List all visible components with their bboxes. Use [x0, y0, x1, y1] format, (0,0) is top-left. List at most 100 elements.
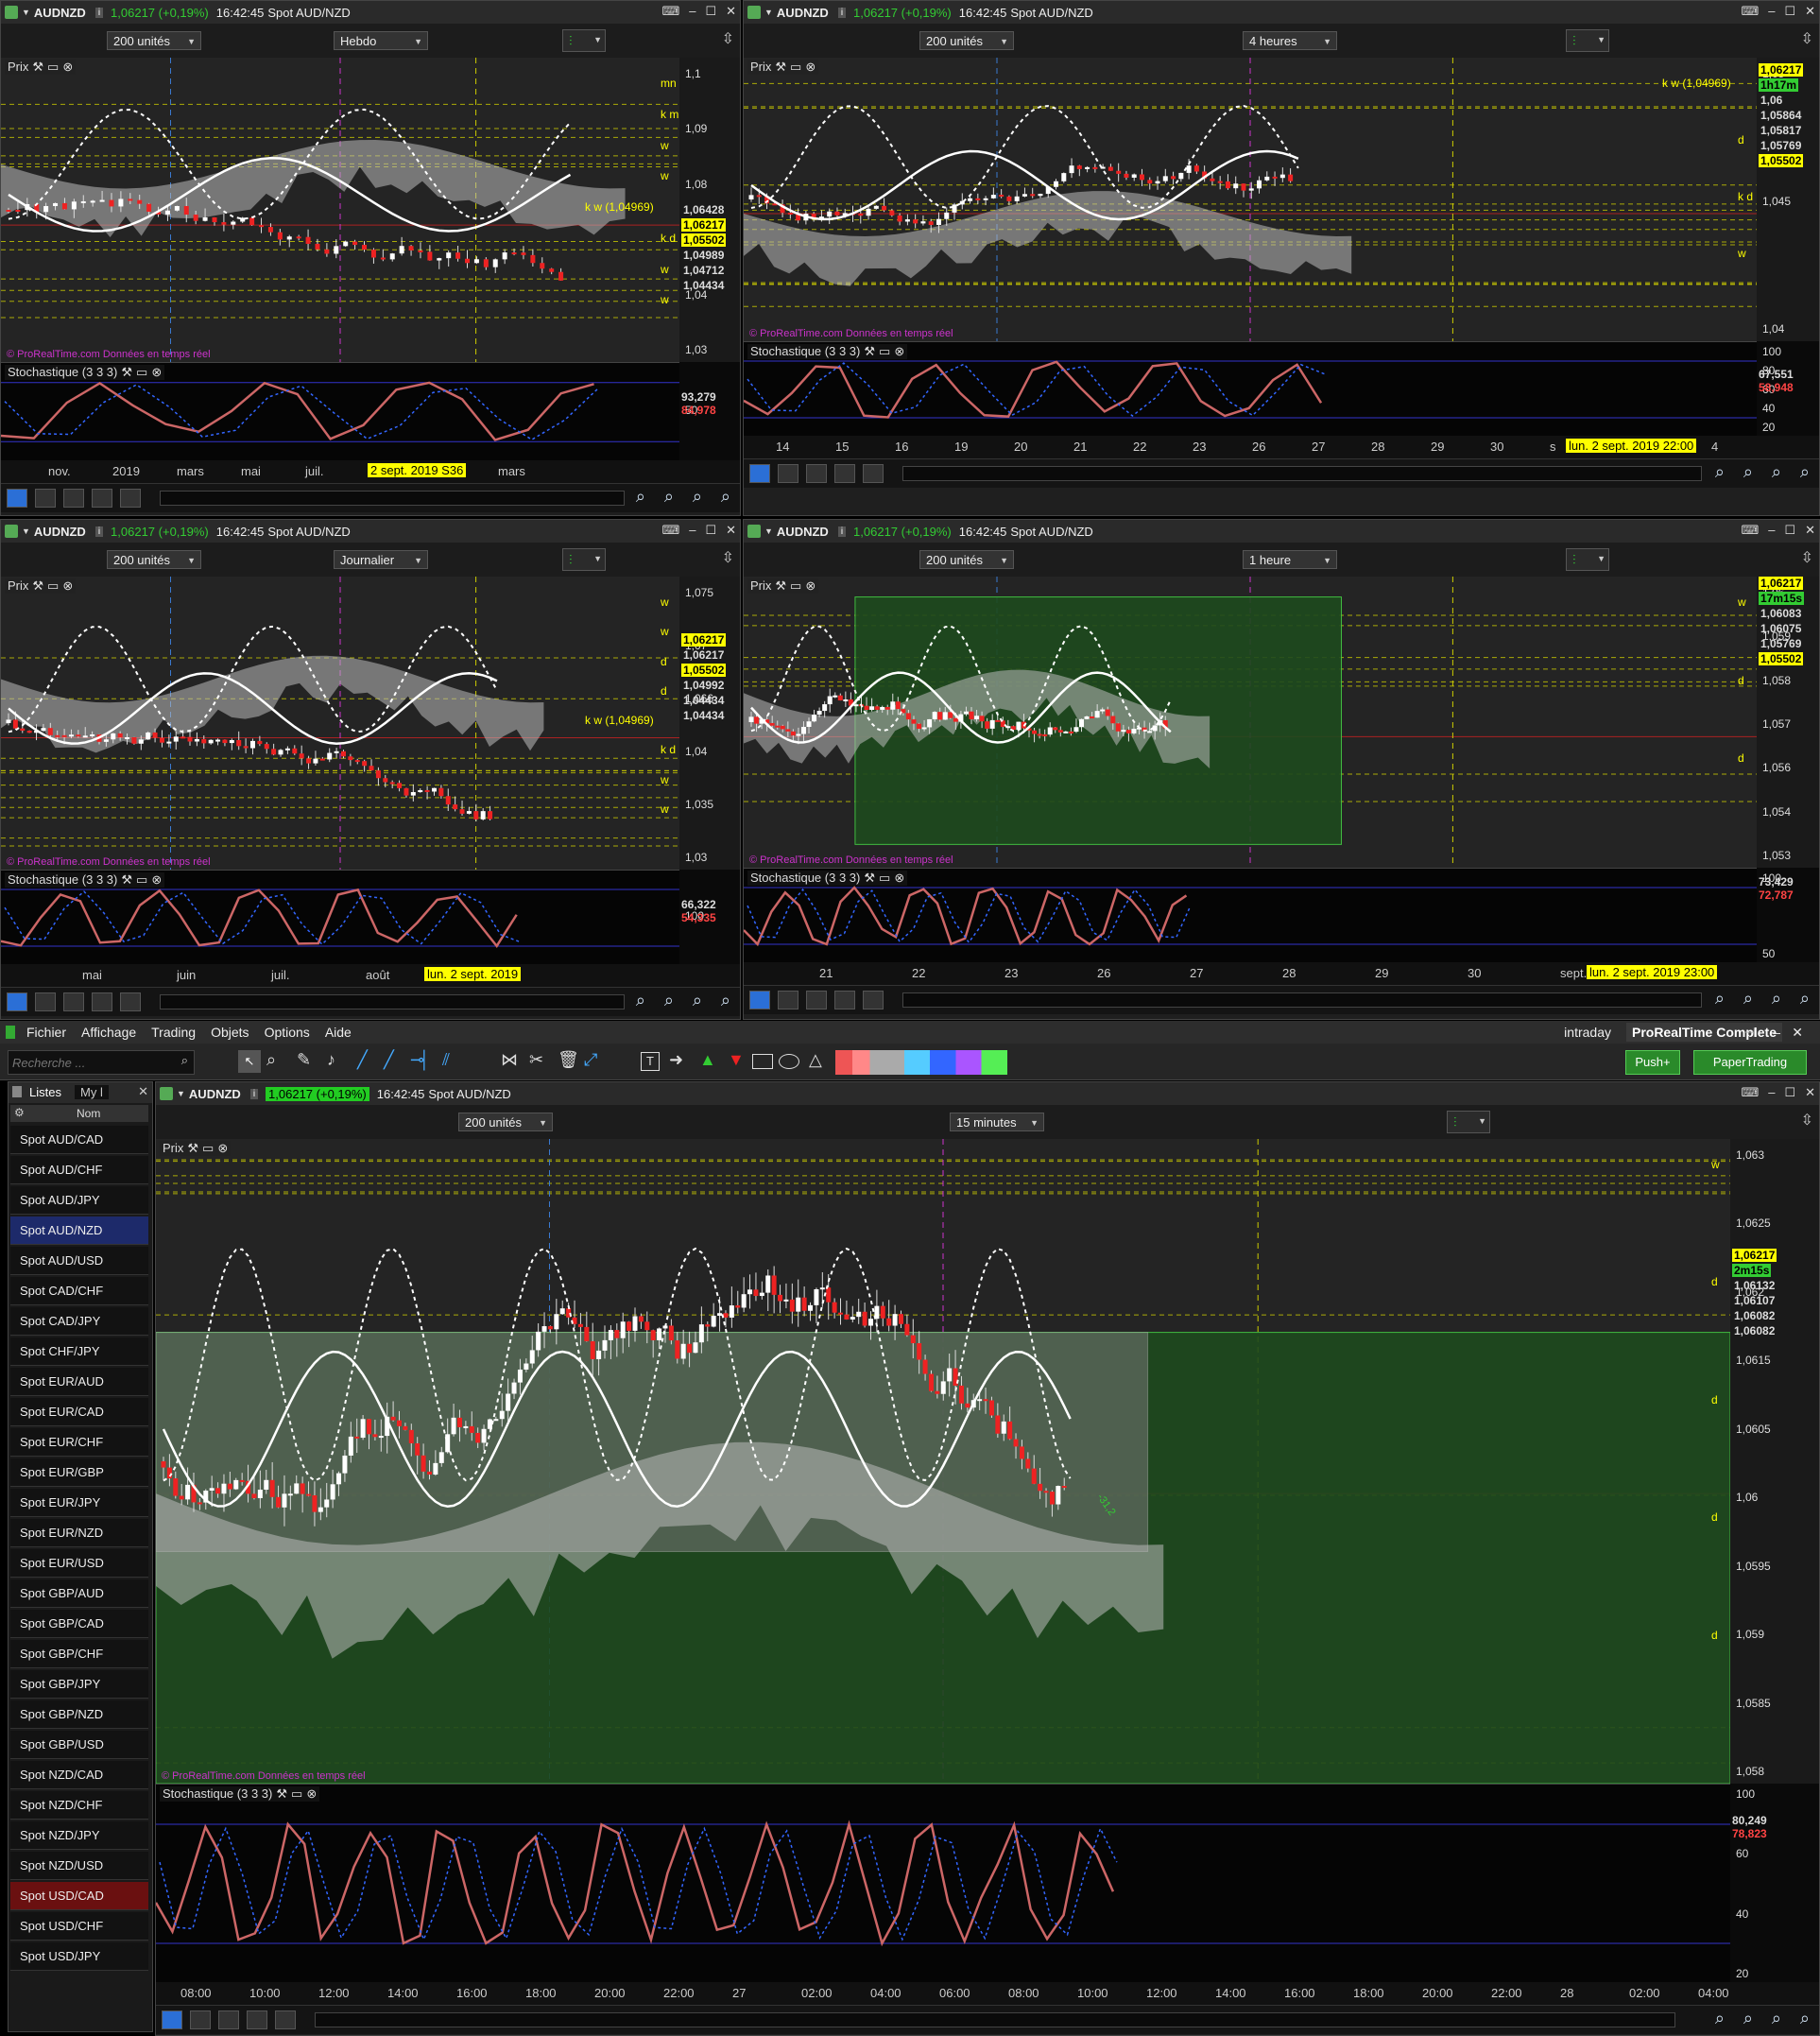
watchlist-item[interactable]: Spot GBP/CAD	[10, 1610, 148, 1638]
units-select[interactable]: 200 unités ▼	[107, 550, 201, 569]
search-icon[interactable]: ⌕	[181, 1053, 188, 1068]
minimize-icon[interactable]: –	[689, 4, 695, 19]
window-title-bar[interactable]: ▼ AUDNZD i 1,06217 (+0,19%) 16:42:45 Spot AUD…	[156, 1082, 1819, 1106]
wrench-icon[interactable]: ⚒	[775, 60, 786, 74]
zoom-in-icon[interactable]: ⌕	[1715, 462, 1725, 482]
watchlist-item[interactable]: Spot EUR/JPY	[10, 1489, 148, 1517]
dropdown-icon[interactable]: ▼	[22, 526, 30, 536]
candles-icon[interactable]	[863, 464, 884, 483]
info-icon[interactable]: i	[837, 526, 847, 537]
tools-icon[interactable]	[63, 489, 84, 508]
watchlist-item[interactable]: Spot GBP/AUD	[10, 1579, 148, 1608]
time-axis[interactable]: maijuinjuil.aoûtoct.lun. 2 sept. 2019	[1, 964, 740, 987]
window-title-bar[interactable]: ▼ AUDNZD i 1,06217 (+0,19%) 16:42:45 Spot AUD…	[744, 1, 1819, 25]
minimize-icon[interactable]: –	[1768, 1085, 1775, 1100]
keyboard-icon[interactable]: ⌨	[661, 523, 679, 538]
candles-icon[interactable]	[120, 992, 141, 1011]
watchlist-item[interactable]: Spot NZD/CAD	[10, 1761, 148, 1789]
remove-icon[interactable]: ⊗	[306, 1786, 317, 1801]
list-header[interactable]: ⚙ Nom	[10, 1105, 148, 1122]
wrench-icon[interactable]: ⚒	[121, 365, 132, 379]
units-select[interactable]: 200 unités ▼	[919, 550, 1014, 569]
price-axis[interactable]: 1,063 1,0625 1,062 1,0615 1,0605 1,06 1,0595 1,…	[1730, 1139, 1819, 1784]
arrow-up-green-icon[interactable]: ▲	[699, 1050, 716, 1070]
triangle-tool-icon[interactable]: △	[809, 1050, 822, 1070]
pin-icon[interactable]: ⊣	[1744, 1025, 1756, 1041]
template-icon[interactable]	[834, 991, 855, 1009]
wrench-icon[interactable]: ⚒	[32, 60, 43, 74]
zoom-out-icon[interactable]: ⌕	[664, 487, 674, 507]
price-chart[interactable]: Prix ⚒ ▭ ⊗ © ProRealTime.com Données en temp…	[744, 58, 1757, 341]
close-icon[interactable]: ✕	[726, 523, 736, 538]
stochastic-label[interactable]: Stochastique (3 3 3) ⚒ ▭ ⊗	[5, 872, 165, 888]
maximize-icon[interactable]: ☐	[1784, 4, 1795, 19]
window-icon[interactable]: ▭	[136, 872, 147, 887]
minimize-icon[interactable]: –	[1773, 1025, 1780, 1040]
watchlist-item[interactable]: Spot NZD/CHF	[10, 1791, 148, 1820]
autoscale-icon[interactable]: ⇳	[722, 29, 734, 48]
minimize-icon[interactable]: –	[689, 523, 695, 538]
window-icon[interactable]: ▭	[790, 578, 801, 593]
candles-icon[interactable]	[863, 991, 884, 1009]
watchlist-item[interactable]: Spot GBP/CHF	[10, 1640, 148, 1668]
window-icon[interactable]: ▭	[790, 60, 801, 74]
stochastic-axis[interactable]: 100 80 60 40 20 67,551 58,948	[1757, 341, 1819, 436]
stochastic-panel[interactable]: Stochastique (3 3 3) ⚒ ▭ ⊗	[156, 1784, 1730, 1983]
chart-tool-icon[interactable]: ⌕	[721, 487, 730, 507]
close-icon[interactable]: ✕	[1805, 1085, 1815, 1100]
watchlist-item[interactable]: Spot GBP/NZD	[10, 1700, 148, 1729]
horizontal-scrollbar[interactable]	[160, 491, 625, 506]
price-axis[interactable]: 1,051,0451,041,062171h17m1,061,058641,05…	[1757, 58, 1819, 341]
units-select[interactable]: 200 unités ▼	[458, 1113, 553, 1131]
remove-icon[interactable]: ⊗	[62, 60, 73, 74]
close-icon[interactable]: ✕	[1805, 4, 1815, 19]
watchlist-item[interactable]: Spot EUR/GBP	[10, 1458, 148, 1487]
template-icon[interactable]	[834, 464, 855, 483]
line-tool-icon[interactable]: ╱	[357, 1050, 368, 1070]
autoscale-icon[interactable]: ⇳	[1801, 29, 1813, 48]
units-select[interactable]: 200 unités ▼	[919, 31, 1014, 50]
horizontal-scrollbar[interactable]	[315, 2012, 1675, 2027]
ray-tool-icon[interactable]: ╱	[384, 1050, 394, 1070]
watchlist-item[interactable]: Spot CAD/CHF	[10, 1277, 148, 1305]
price-panel-label[interactable]: Prix ⚒ ▭ ⊗	[5, 578, 77, 594]
zoom-fit-icon[interactable]: ⌕	[693, 991, 702, 1010]
keyboard-icon[interactable]: ⌨	[1741, 523, 1759, 538]
dropdown-icon[interactable]: ▼	[764, 526, 773, 536]
watchlist-item[interactable]: Spot CHF/JPY	[10, 1337, 148, 1366]
zoom-fit-icon[interactable]: ⌕	[1772, 462, 1781, 482]
units-select[interactable]: 200 unités ▼	[107, 31, 201, 50]
template-icon[interactable]	[247, 2010, 267, 2029]
stochastic-panel[interactable]: Stochastique (3 3 3) ⚒ ▭ ⊗	[1, 870, 679, 965]
autoscale-icon[interactable]: ⇳	[722, 548, 734, 567]
window-icon[interactable]: ▭	[47, 578, 59, 593]
minimize-icon[interactable]: –	[1768, 523, 1775, 538]
price-panel-label[interactable]: Prix ⚒ ▭ ⊗	[160, 1141, 232, 1156]
menu-options[interactable]: Options	[265, 1025, 310, 1040]
indicator-button[interactable]: ⫶ ▼	[1566, 548, 1609, 571]
info-icon[interactable]: i	[249, 1088, 259, 1099]
zoom-in-icon[interactable]: ⌕	[636, 991, 645, 1010]
indicator-button[interactable]: ⫶ ▼	[1566, 29, 1609, 52]
arrow-right-icon[interactable]: ➜	[669, 1050, 683, 1070]
stochastic-axis[interactable]: 50 93,279 84,978	[679, 362, 740, 460]
text-tool-icon[interactable]: T	[641, 1052, 660, 1071]
time-axis[interactable]: nov.2019marsmaijuil.nov.2020mars2 sept. …	[1, 460, 740, 483]
watchlist-item[interactable]: Spot GBP/USD	[10, 1731, 148, 1759]
search-input[interactable]	[9, 1051, 165, 1074]
panel-close-icon[interactable]: ✕	[138, 1084, 148, 1099]
stochastic-label[interactable]: Stochastique (3 3 3) ⚒ ▭ ⊗	[5, 365, 165, 380]
price-axis[interactable]: 1,0751,071,0661,041,0351,031,062171,0621…	[679, 577, 740, 870]
stochastic-axis[interactable]: 100 50 73,429 72,787	[1757, 868, 1819, 962]
fib-tool-icon[interactable]: ⋈	[501, 1050, 518, 1070]
watchlist-item[interactable]: Spot NZD/JPY	[10, 1821, 148, 1850]
ellipse-tool-icon[interactable]	[779, 1054, 799, 1069]
tab-my-lists[interactable]: My l	[75, 1085, 109, 1099]
chart-tool-icon[interactable]: ⌕	[1800, 989, 1810, 1009]
paper-trading-button[interactable]: PaperTrading	[1693, 1050, 1807, 1075]
price-panel-label[interactable]: Prix ⚒ ▭ ⊗	[747, 60, 819, 75]
price-chart[interactable]: Prix ⚒ ▭ ⊗ © ProRealTime.com Données en temp…	[744, 577, 1757, 868]
share-icon[interactable]	[7, 489, 27, 508]
stochastic-label[interactable]: Stochastique (3 3 3) ⚒ ▭ ⊗	[747, 871, 908, 886]
window-icon[interactable]: ▭	[879, 344, 890, 358]
